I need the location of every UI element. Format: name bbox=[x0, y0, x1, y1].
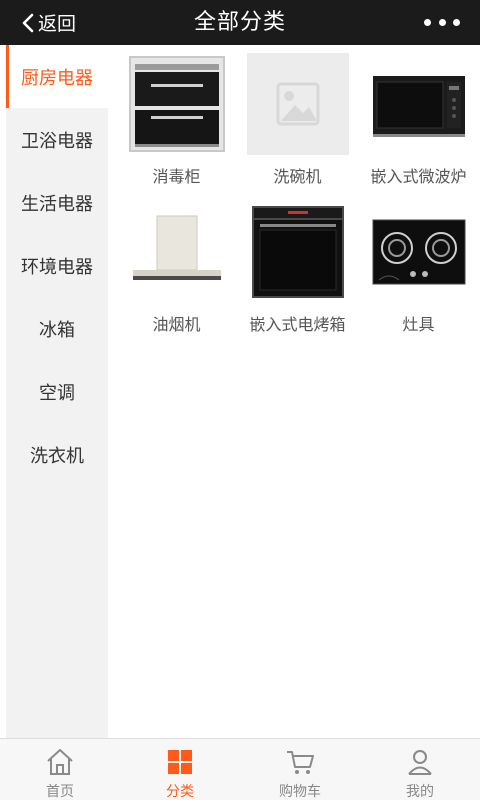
page-title: 全部分类 bbox=[193, 10, 286, 35]
sidebar-item-air-conditioner[interactable]: 空调 bbox=[6, 360, 108, 423]
category-grid-icon bbox=[165, 747, 195, 777]
tab-cart[interactable]: 购物车 bbox=[240, 739, 360, 800]
sidebar-item-living[interactable]: 生活电器 bbox=[6, 171, 108, 234]
sidebar-item-label: 冰箱 bbox=[39, 319, 75, 341]
product-name: 嵌入式电烤箱 bbox=[249, 315, 346, 334]
product-item-range-hood[interactable]: 油烟机 bbox=[118, 201, 235, 341]
sidebar-item-label: 卫浴电器 bbox=[21, 130, 93, 152]
sidebar-item-environment[interactable]: 环境电器 bbox=[6, 234, 108, 297]
product-item-disinfection-cabinet[interactable]: 消毒柜 bbox=[118, 53, 235, 193]
product-grid-area: 消毒柜 洗碗机 嵌入式微波炉 油烟机 嵌入式电烤箱 灶具 bbox=[108, 45, 480, 738]
tab-mine[interactable]: 我的 bbox=[360, 739, 480, 800]
sidebar-item-label: 环境电器 bbox=[21, 256, 93, 278]
built-in-microwave-image bbox=[368, 53, 470, 155]
tab-label: 购物车 bbox=[279, 784, 321, 800]
product-name: 消毒柜 bbox=[152, 167, 201, 186]
sidebar-item-label: 生活电器 bbox=[21, 193, 93, 215]
product-grid: 消毒柜 洗碗机 嵌入式微波炉 油烟机 嵌入式电烤箱 灶具 bbox=[118, 53, 476, 341]
product-name: 灶具 bbox=[402, 315, 435, 334]
top-nav-bar: 返回 全部分类 bbox=[0, 0, 480, 45]
disinfection-cabinet-image bbox=[126, 53, 228, 155]
product-item-built-in-oven[interactable]: 嵌入式电烤箱 bbox=[239, 201, 356, 341]
category-sidebar: 厨房电器 卫浴电器 生活电器 环境电器 冰箱 空调 洗衣机 bbox=[6, 45, 108, 738]
product-name: 油烟机 bbox=[152, 315, 201, 334]
more-options-icon[interactable] bbox=[424, 0, 460, 45]
tab-home[interactable]: 首页 bbox=[0, 739, 120, 800]
tab-category[interactable]: 分类 bbox=[120, 739, 240, 800]
cart-icon bbox=[285, 747, 315, 777]
gas-stove-image bbox=[368, 201, 470, 303]
sidebar-item-label: 厨房电器 bbox=[21, 67, 93, 89]
product-item-gas-stove[interactable]: 灶具 bbox=[360, 201, 477, 341]
sidebar-item-fridge[interactable]: 冰箱 bbox=[6, 297, 108, 360]
product-item-dishwasher[interactable]: 洗碗机 bbox=[239, 53, 356, 193]
app-root: 返回 全部分类 厨房电器 卫浴电器 生活电器 环境电器 冰箱 空调 洗衣机 消毒… bbox=[0, 0, 480, 800]
sidebar-item-label: 空调 bbox=[39, 382, 75, 404]
user-icon bbox=[405, 747, 435, 777]
tab-label: 首页 bbox=[46, 784, 74, 800]
product-item-built-in-microwave[interactable]: 嵌入式微波炉 bbox=[360, 53, 477, 193]
built-in-oven-image bbox=[247, 201, 349, 303]
range-hood-image bbox=[126, 201, 228, 303]
sidebar-item-bathroom[interactable]: 卫浴电器 bbox=[6, 108, 108, 171]
product-name: 洗碗机 bbox=[273, 167, 322, 186]
sidebar-item-washing-machine[interactable]: 洗衣机 bbox=[6, 423, 108, 486]
sidebar-item-label: 洗衣机 bbox=[30, 445, 84, 467]
image-placeholder bbox=[246, 53, 349, 155]
bottom-tab-bar: 首页 分类 购物车 我的 bbox=[0, 738, 480, 800]
sidebar-item-kitchen[interactable]: 厨房电器 bbox=[6, 45, 108, 108]
tab-label: 分类 bbox=[166, 784, 194, 800]
product-name: 嵌入式微波炉 bbox=[370, 167, 467, 186]
home-icon bbox=[45, 747, 75, 777]
tab-label: 我的 bbox=[406, 784, 434, 800]
